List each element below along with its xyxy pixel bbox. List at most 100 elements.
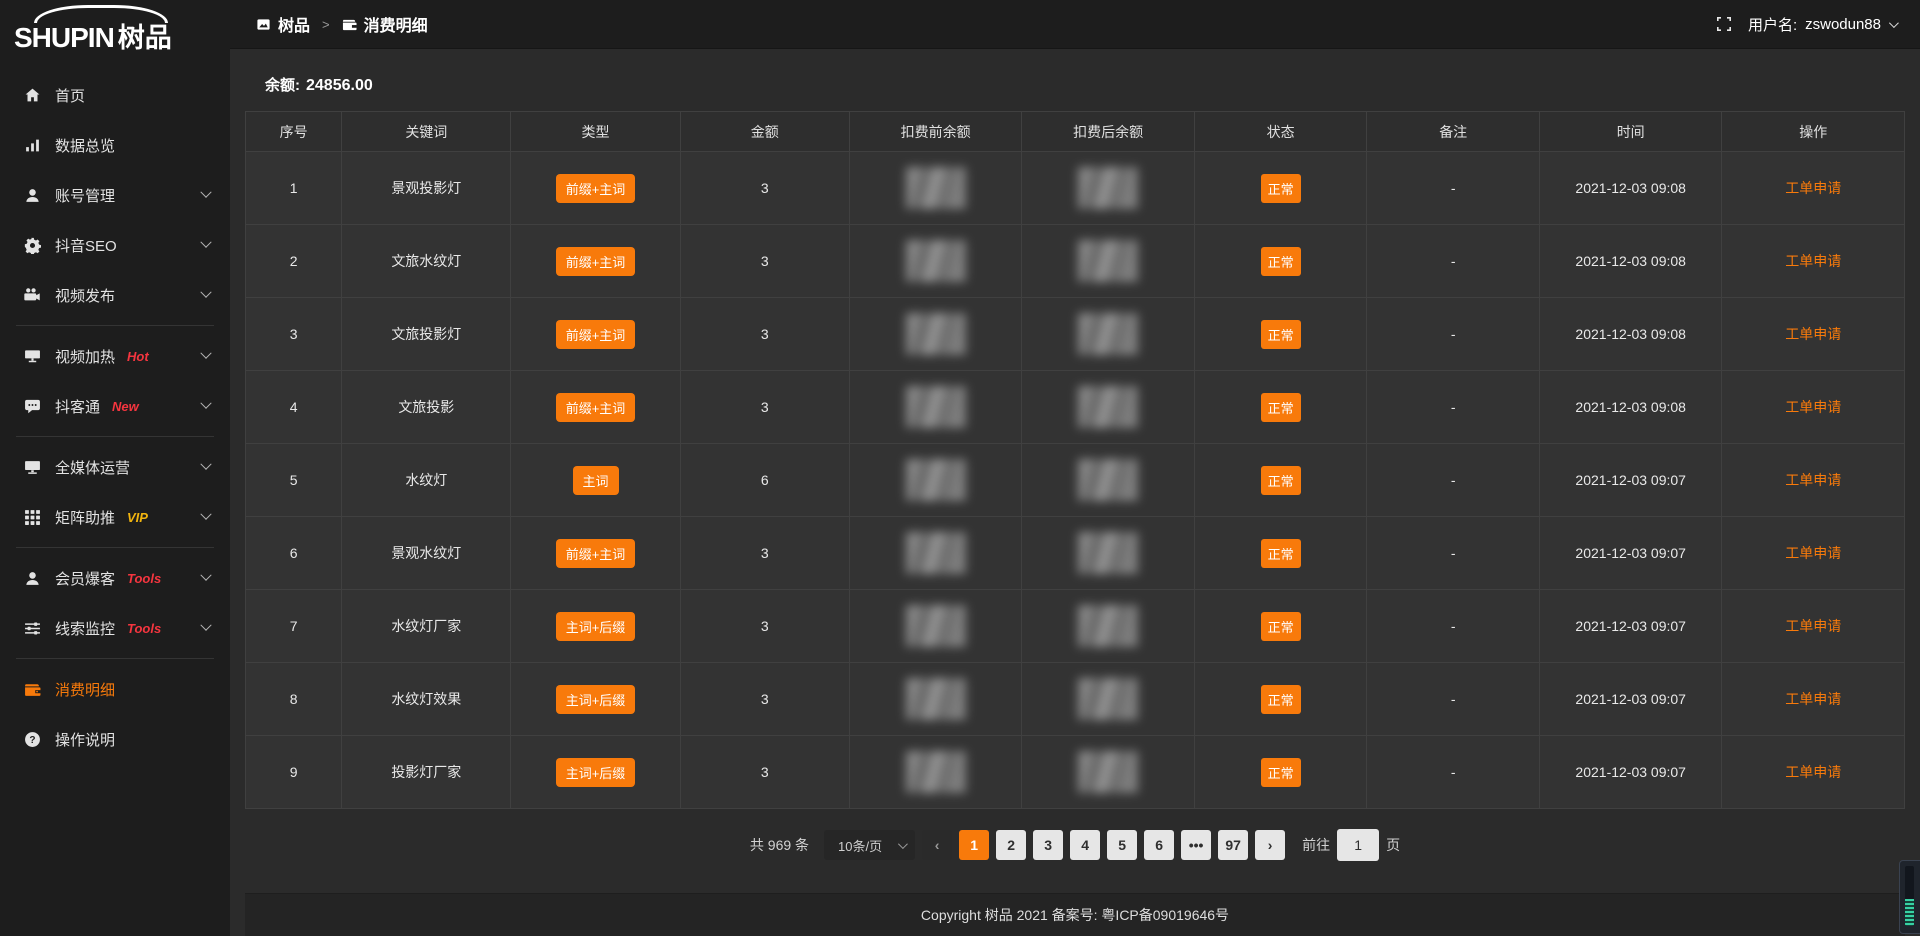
pager-page-97[interactable]: 97 — [1218, 830, 1248, 860]
ticket-apply-link[interactable]: 工单申请 — [1785, 545, 1841, 561]
cell-amount: 3 — [680, 736, 849, 809]
cell-balance-after — [1022, 225, 1195, 298]
pager-ellipsis-button[interactable]: ••• — [1181, 830, 1211, 860]
goto-page-input[interactable] — [1337, 829, 1379, 861]
sidebar-item-matrix-boost[interactable]: 矩阵助推 VIP — [0, 492, 230, 542]
ticket-apply-link[interactable]: 工单申请 — [1785, 472, 1841, 488]
ticket-apply-link[interactable]: 工单申请 — [1785, 253, 1841, 269]
cell-balance-before — [849, 444, 1022, 517]
username: zswodun88 — [1805, 16, 1881, 33]
svg-text:?: ? — [29, 735, 35, 746]
cell-amount: 3 — [680, 225, 849, 298]
table-row: 6 景观水纹灯 前缀+主词 3 正常 - 2021-12-03 09:07 工单… — [246, 517, 1905, 590]
pagination: 共 969 条 10条/页 ‹ 123456•••97 › 前往 页 — [245, 829, 1905, 861]
cell-amount: 3 — [680, 152, 849, 225]
sidebar-item-member-burst[interactable]: 会员爆客 Tools — [0, 553, 230, 603]
main-content: 余额:24856.00 序号 关键词 类型 金额 — [230, 48, 1920, 936]
ticket-apply-link[interactable]: 工单申请 — [1785, 399, 1841, 415]
sidebar-item-data-overview[interactable]: 数据总览 — [0, 120, 230, 170]
tools-badge: Tools — [127, 571, 161, 586]
chevron-down-icon — [898, 839, 908, 849]
sidebar-item-label: 账号管理 — [55, 185, 115, 206]
sidebar-item-label: 全媒体运营 — [55, 457, 130, 478]
pager-next-button[interactable]: › — [1255, 830, 1285, 860]
blurred-value — [906, 459, 966, 501]
ticket-apply-link[interactable]: 工单申请 — [1785, 326, 1841, 342]
cell-remark: - — [1367, 444, 1540, 517]
footer: Copyright 树品 2021 备案号: 粤ICP备09019646号 — [245, 893, 1905, 936]
tools-badge: Tools — [127, 621, 161, 636]
cell-index: 6 — [246, 517, 342, 590]
scroll-progress-widget[interactable] — [1899, 860, 1920, 934]
sidebar-item-lead-monitor[interactable]: 线索监控 Tools — [0, 603, 230, 653]
sidebar-item-all-media-operation[interactable]: 全媒体运营 — [0, 442, 230, 492]
cell-type: 主词+后缀 — [511, 736, 680, 809]
pager-page-4[interactable]: 4 — [1070, 830, 1100, 860]
app-icon — [256, 17, 271, 32]
pager-page-5[interactable]: 5 — [1107, 830, 1137, 860]
cell-balance-after — [1022, 152, 1195, 225]
ticket-apply-link[interactable]: 工单申请 — [1785, 764, 1841, 780]
col-index: 序号 — [246, 112, 342, 152]
user-menu[interactable]: 用户名: zswodun88 — [1748, 14, 1896, 35]
cell-status: 正常 — [1194, 444, 1367, 517]
blurred-value — [1078, 678, 1138, 720]
cell-balance-before — [849, 225, 1022, 298]
blurred-value — [1078, 751, 1138, 793]
blurred-value — [1078, 386, 1138, 428]
page-size-select[interactable]: 10条/页 — [824, 830, 915, 860]
sidebar-item-video-publish[interactable]: 视频发布 — [0, 270, 230, 320]
sidebar-item-home[interactable]: 首页 — [0, 70, 230, 120]
menu-divider — [16, 658, 214, 659]
username-label: 用户名: — [1748, 14, 1797, 35]
ticket-apply-link[interactable]: 工单申请 — [1785, 618, 1841, 634]
cell-time: 2021-12-03 09:07 — [1539, 444, 1721, 517]
consumption-table: 序号 关键词 类型 金额 扣费前余额 扣费后余额 状态 备注 时间 操作 — [245, 111, 1905, 809]
ticket-apply-link[interactable]: 工单申请 — [1785, 180, 1841, 196]
app-root: SHUPIN树品 首页 数据总览 账号管理 抖音SEO — [0, 0, 1920, 936]
sidebar-item-label: 视频发布 — [55, 285, 115, 306]
type-badge: 前缀+主词 — [556, 393, 636, 422]
sidebar-item-label: 首页 — [55, 85, 85, 106]
breadcrumb-home[interactable]: 树品 — [256, 12, 310, 36]
chevron-down-icon — [1889, 18, 1899, 28]
chevron-down-icon — [200, 287, 211, 298]
cell-keyword: 文旅投影 — [342, 371, 511, 444]
pager-page-3[interactable]: 3 — [1033, 830, 1063, 860]
status-badge: 正常 — [1261, 174, 1301, 203]
pager-page-2[interactable]: 2 — [996, 830, 1026, 860]
pager-page-1[interactable]: 1 — [959, 830, 989, 860]
cell-type: 主词+后缀 — [511, 590, 680, 663]
sidebar-item-douyin-seo[interactable]: 抖音SEO — [0, 220, 230, 270]
logo[interactable]: SHUPIN树品 — [0, 0, 230, 58]
sidebar-item-account-management[interactable]: 账号管理 — [0, 170, 230, 220]
chevron-down-icon — [200, 237, 211, 248]
pager-page-6[interactable]: 6 — [1144, 830, 1174, 860]
ticket-apply-link[interactable]: 工单申请 — [1785, 691, 1841, 707]
sidebar-item-douketong[interactable]: 抖客通 New — [0, 381, 230, 431]
pager-prev-button[interactable]: ‹ — [922, 830, 952, 860]
table-row: 4 文旅投影 前缀+主词 3 正常 - 2021-12-03 09:08 工单申… — [246, 371, 1905, 444]
sidebar-item-consumption-detail[interactable]: 消费明细 — [0, 664, 230, 714]
cell-status: 正常 — [1194, 152, 1367, 225]
cell-balance-before — [849, 590, 1022, 663]
topbar: 树品 > 消费明细 用户名: zswodun88 — [230, 0, 1920, 48]
blurred-value — [1078, 167, 1138, 209]
cell-status: 正常 — [1194, 590, 1367, 663]
table-row: 7 水纹灯厂家 主词+后缀 3 正常 - 2021-12-03 09:07 工单… — [246, 590, 1905, 663]
cell-remark: - — [1367, 298, 1540, 371]
question-icon: ? — [24, 731, 41, 748]
sidebar-item-operation-guide[interactable]: ? 操作说明 — [0, 714, 230, 764]
progress-bar — [1905, 866, 1914, 926]
sidebar-item-video-heating[interactable]: 视频加热 Hot — [0, 331, 230, 381]
table-row: 3 文旅投影灯 前缀+主词 3 正常 - 2021-12-03 09:08 工单… — [246, 298, 1905, 371]
page-size-value: 10条/页 — [838, 836, 882, 855]
breadcrumb-current[interactable]: 消费明细 — [342, 12, 428, 36]
blurred-value — [1078, 532, 1138, 574]
new-badge: New — [112, 399, 139, 414]
fullscreen-icon[interactable] — [1716, 16, 1732, 32]
blurred-value — [1078, 459, 1138, 501]
sidebar-item-label: 消费明细 — [55, 679, 115, 700]
goto-label: 前往 — [1302, 835, 1330, 855]
blurred-value — [906, 386, 966, 428]
